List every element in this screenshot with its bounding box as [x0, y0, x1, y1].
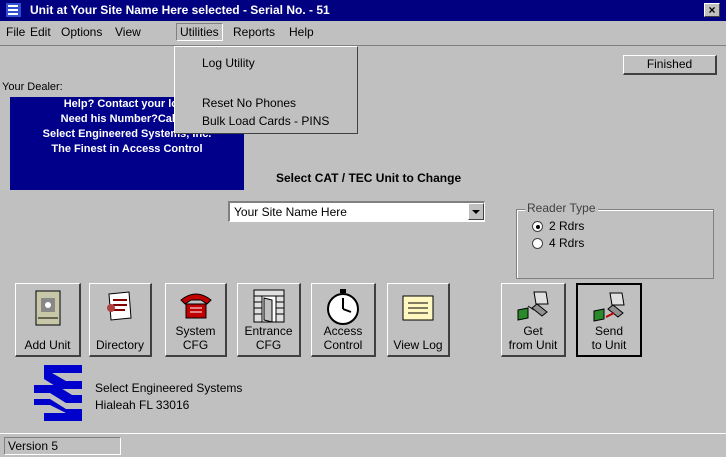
add-unit-label: Add Unit: [24, 338, 71, 352]
entrance-cfg-button[interactable]: Entrance CFG: [237, 283, 301, 357]
add-unit-button[interactable]: Add Unit: [15, 283, 81, 357]
menu-utilities-label: Utilities: [180, 25, 219, 39]
status-bar: Version 5: [0, 433, 726, 457]
menu-edit[interactable]: Edit: [30, 25, 51, 39]
get-from-unit-label-line1: Get: [523, 324, 543, 338]
menu-help-label: Help: [289, 25, 314, 39]
unit-select-dropdown[interactable]: Your Site Name Here: [228, 201, 485, 222]
window-title: Unit at Your Site Name Here selected - S…: [30, 3, 330, 17]
reader-type-group: [516, 209, 714, 279]
menu-options-label: Options: [61, 25, 103, 39]
door-icon: [253, 289, 284, 323]
get-from-unit-label: Get from Unit: [502, 324, 564, 352]
radio-selected-dot: [536, 225, 540, 229]
get-from-unit-icon: [517, 291, 549, 321]
menu-help[interactable]: Help: [289, 25, 314, 39]
menu-view[interactable]: View: [115, 25, 141, 39]
chevron-down-icon: [472, 210, 480, 214]
send-to-unit-label-line1: Send: [594, 324, 624, 338]
radio-4-rdrs-label[interactable]: 4 Rdrs: [549, 236, 584, 250]
dropdown-arrow-button[interactable]: [468, 203, 484, 220]
dealer-label: Your Dealer:: [2, 81, 63, 93]
entrance-cfg-label-line1: Entrance: [244, 324, 293, 338]
view-log-label: View Log: [393, 338, 443, 352]
reader-type-legend: Reader Type: [525, 201, 598, 215]
menu-edit-label: Edit: [30, 25, 51, 39]
version-status: Version 5: [4, 437, 121, 455]
utilities-dropdown-menu: Log Utility Reset No Phones Bulk Load Ca…: [174, 46, 358, 134]
system-cfg-label: System CFG: [166, 324, 225, 352]
app-icon: [6, 3, 21, 17]
menu-utilities[interactable]: Utilities: [176, 23, 223, 41]
access-control-button[interactable]: Access Control: [311, 283, 376, 357]
company-name: Select Engineered Systems: [95, 381, 243, 395]
menu-file[interactable]: File: [6, 25, 25, 39]
directory-icon: [107, 291, 132, 321]
select-unit-heading: Select CAT / TEC Unit to Change: [276, 171, 462, 185]
menu-item-reset-no-phones[interactable]: Reset No Phones: [202, 96, 296, 110]
telephone-icon: [179, 293, 212, 319]
control-panel-icon: [35, 290, 60, 326]
close-icon: ×: [708, 3, 716, 17]
send-to-unit-button[interactable]: Send to Unit: [576, 283, 642, 357]
send-to-unit-label-line2: to Unit: [591, 338, 627, 352]
system-cfg-label-line2: CFG: [182, 338, 209, 352]
send-to-unit-label: Send to Unit: [578, 324, 640, 352]
log-icon: [402, 295, 434, 321]
get-from-unit-button[interactable]: Get from Unit: [501, 283, 566, 357]
radio-4-rdrs[interactable]: [532, 238, 543, 249]
entrance-cfg-label: Entrance CFG: [238, 324, 299, 352]
access-control-label: Access Control: [312, 324, 374, 352]
directory-button[interactable]: Directory: [89, 283, 152, 357]
menu-file-label: File: [6, 25, 26, 39]
entrance-cfg-label-line2: CFG: [255, 338, 282, 352]
radio-2-rdrs-label[interactable]: 2 Rdrs: [549, 219, 584, 233]
company-logo: [34, 365, 82, 421]
menu-bar: File Edit Options View Utilities Reports…: [0, 21, 726, 46]
title-bar: Unit at Your Site Name Here selected - S…: [0, 0, 726, 21]
menu-view-label: View: [115, 25, 141, 39]
company-address: Hialeah FL 33016: [95, 398, 190, 412]
unit-select-value: Your Site Name Here: [234, 205, 347, 219]
send-to-unit-icon: [593, 292, 625, 322]
menu-item-log-utility[interactable]: Log Utility: [202, 56, 255, 70]
access-control-label-line1: Access: [323, 324, 363, 338]
directory-label: Directory: [95, 338, 144, 352]
finished-button[interactable]: Finished: [623, 55, 717, 75]
menu-reports-label: Reports: [233, 25, 276, 39]
dealer-line: The Finest in Access Control: [51, 143, 203, 155]
radio-2-rdrs[interactable]: [532, 221, 543, 232]
menu-options[interactable]: Options: [61, 25, 102, 39]
system-cfg-label-line1: System: [175, 324, 216, 338]
get-from-unit-label-line2: from Unit: [508, 338, 558, 352]
close-button[interactable]: ×: [704, 3, 720, 17]
menu-item-bulk-load-cards[interactable]: Bulk Load Cards - PINS: [202, 114, 329, 128]
stopwatch-icon: [327, 289, 359, 325]
view-log-button[interactable]: View Log: [387, 283, 450, 357]
menu-reports[interactable]: Reports: [233, 25, 275, 39]
system-cfg-button[interactable]: System CFG: [165, 283, 227, 357]
access-control-label-line2: Control: [323, 338, 363, 352]
